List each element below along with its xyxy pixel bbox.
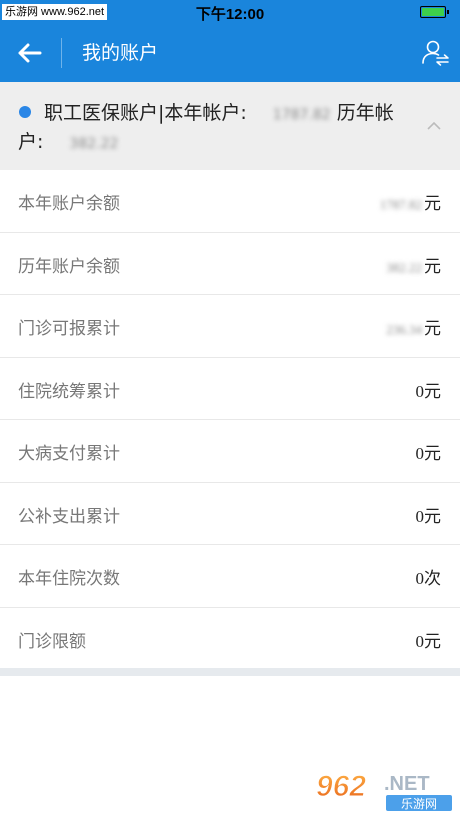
list-item: 本年住院次数 0次 xyxy=(0,545,460,608)
back-arrow-icon[interactable] xyxy=(14,38,46,68)
account-summary: 职工医保账户|本年帐户: 1787.82 历年帐户: 382.22 xyxy=(18,100,398,158)
nav-bar: 我的账户 xyxy=(0,24,460,82)
status-bar: 乐游网 www.962.net 下午12:00 xyxy=(0,0,460,24)
watermark-net: .NET xyxy=(384,773,430,795)
account-title: 职工医保账户|本年帐户: xyxy=(44,102,247,124)
list-item: 门诊可报累计 236.34 元 xyxy=(0,295,460,358)
list-item: 公补支出累计 0元 xyxy=(0,483,460,545)
list-item: 历年账户余额 382.22 元 xyxy=(0,233,460,295)
row-value: 0次 xyxy=(415,569,442,588)
current-year-value: 1787.82 xyxy=(272,107,331,123)
list-item: 本年账户余额 1787.82 元 xyxy=(0,170,460,233)
battery-icon xyxy=(420,6,449,18)
page-title: 我的账户 xyxy=(82,42,159,64)
row-value: 0元 xyxy=(415,444,442,463)
history-value: 382.22 xyxy=(69,136,119,152)
watermark-cn: 乐游网 xyxy=(401,797,437,811)
chevron-up-icon[interactable] xyxy=(426,118,442,134)
site-watermark-logo: 962 .NET 乐游网 xyxy=(316,770,452,811)
account-detail-list: 本年账户余额 1787.82 元 历年账户余额 382.22 元 门诊可报累计 23… xyxy=(0,170,460,670)
watermark-number: 962 xyxy=(316,770,366,803)
row-label: 本年账户余额 xyxy=(18,194,120,214)
row-label: 门诊可报累计 xyxy=(18,319,120,339)
row-label: 住院统筹累计 xyxy=(18,381,120,402)
row-value: 382.22 元 xyxy=(386,256,441,276)
list-item: 大病支付累计 0元 xyxy=(0,420,460,483)
row-label: 门诊限额 xyxy=(18,631,86,652)
list-item: 门诊限额 0元 xyxy=(0,608,460,670)
status-time: 下午12:00 xyxy=(195,6,265,23)
row-value: 0元 xyxy=(415,381,442,401)
row-label: 公补支出累计 xyxy=(18,506,120,527)
nav-divider xyxy=(61,38,62,68)
row-label: 历年账户余额 xyxy=(18,256,120,277)
row-value: 0元 xyxy=(415,506,442,526)
account-header[interactable]: 职工医保账户|本年帐户: 1787.82 历年帐户: 382.22 xyxy=(0,82,460,170)
row-value: 0元 xyxy=(415,631,442,651)
list-bottom-divider xyxy=(0,668,460,676)
row-label: 大病支付累计 xyxy=(18,444,120,464)
list-item: 住院统筹累计 0元 xyxy=(0,358,460,420)
row-value: 1787.82 元 xyxy=(379,194,441,213)
row-value: 236.34 元 xyxy=(386,319,441,338)
row-label: 本年住院次数 xyxy=(18,569,120,589)
switch-user-icon[interactable] xyxy=(420,38,450,68)
